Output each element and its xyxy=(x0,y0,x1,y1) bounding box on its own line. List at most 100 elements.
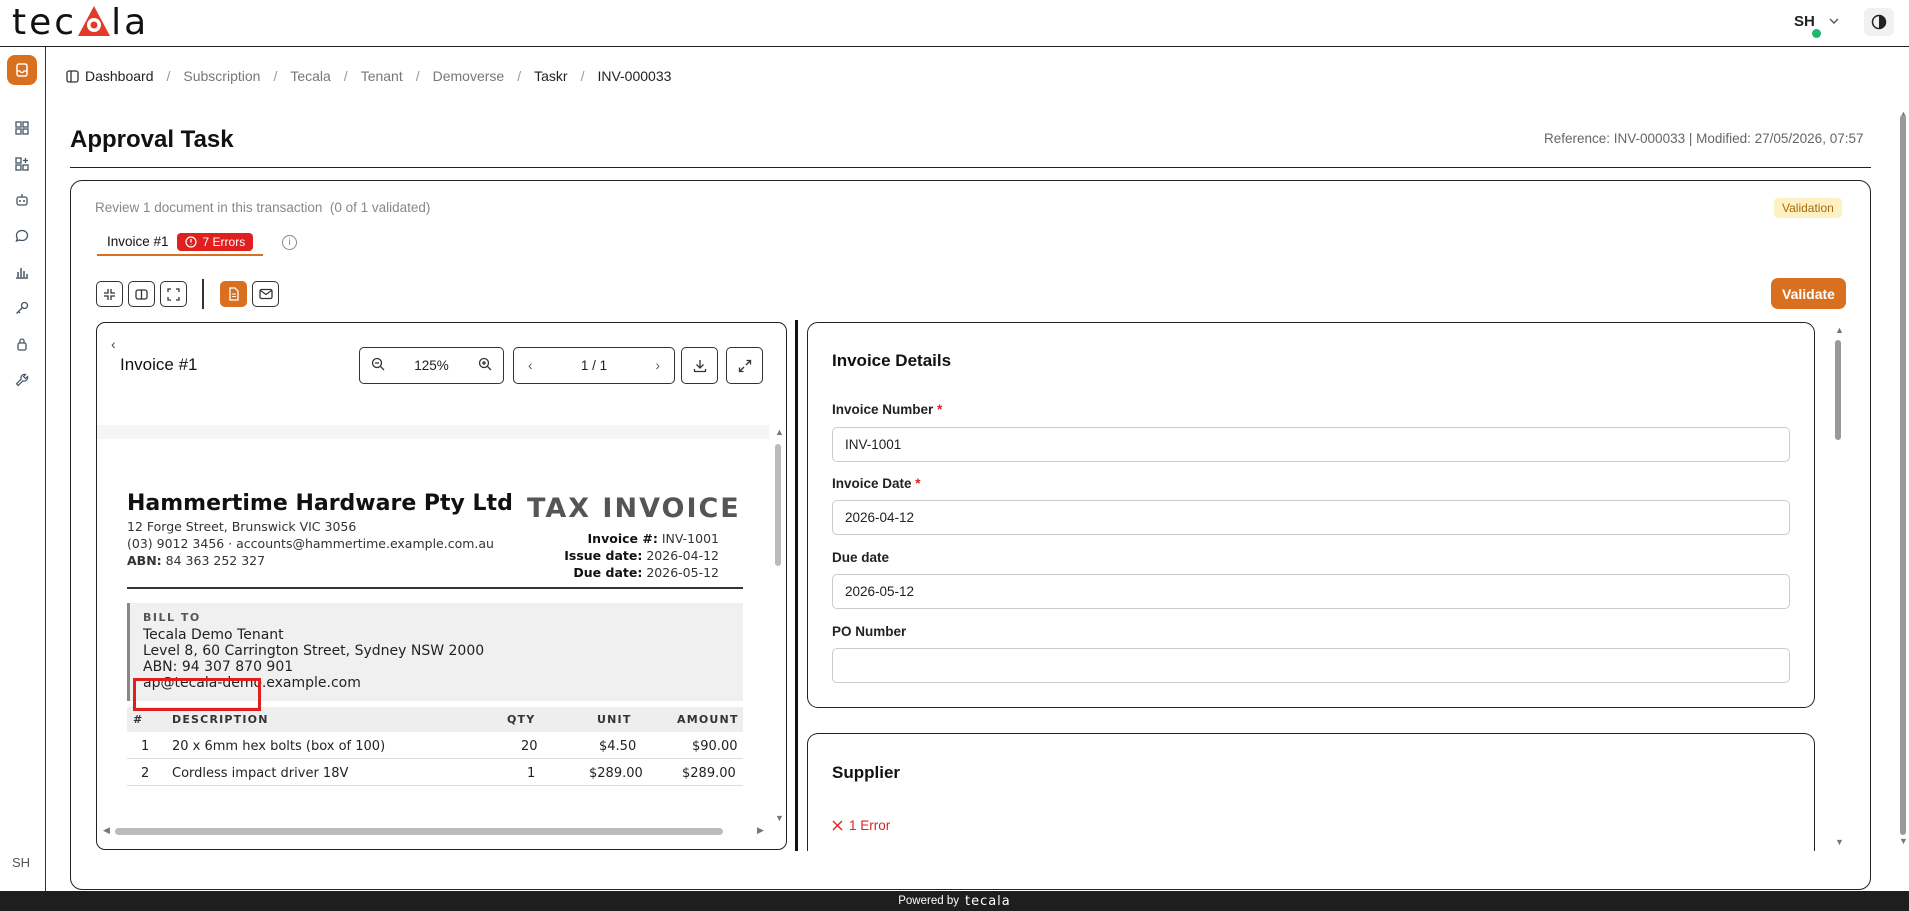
breadcrumb-demoverse[interactable]: Demoverse xyxy=(433,68,505,84)
document-horizontal-scroll-thumb[interactable] xyxy=(115,828,723,835)
breadcrumb-tecala[interactable]: Tecala xyxy=(290,68,330,84)
sidebar-item-reports[interactable] xyxy=(13,263,31,281)
page-scroll-thumb[interactable] xyxy=(1900,115,1906,835)
document-icon xyxy=(228,287,239,301)
expand-icon xyxy=(738,359,751,372)
invoice-number-label-text: Invoice Number xyxy=(832,402,934,417)
theme-toggle-button[interactable] xyxy=(1864,8,1894,36)
breadcrumb-dashboard[interactable]: Dashboard xyxy=(85,68,154,84)
invoice-details-title: Invoice Details xyxy=(832,351,952,370)
panel-scroll-down-icon[interactable]: ▼ xyxy=(1835,837,1844,847)
due-date-value: 2026-05-12 xyxy=(646,565,719,580)
alert-circle-icon xyxy=(184,235,197,248)
collapse-button[interactable] xyxy=(96,281,123,307)
col-unit: UNIT xyxy=(597,713,632,726)
supplier-abn: ABN: 84 363 252 327 xyxy=(127,553,265,568)
bill-to-abn: ABN: 94 307 870 901 xyxy=(143,659,294,675)
document-vertical-scroll-thumb[interactable] xyxy=(775,444,781,566)
issue-date-value: 2026-04-12 xyxy=(646,548,719,563)
bar-chart-icon xyxy=(16,268,28,279)
user-initials[interactable]: SH xyxy=(1794,13,1815,30)
contrast-icon xyxy=(1871,14,1887,30)
sidebar-panel-icon xyxy=(66,69,79,83)
supplier-address: 12 Forge Street, Brunswick VIC 3056 xyxy=(127,519,357,534)
robot-icon xyxy=(16,194,28,206)
supplier-name: Hammertime Hardware Pty Ltd xyxy=(127,491,513,516)
invoice-date-label-text: Invoice Date xyxy=(832,476,912,491)
po-number-field[interactable] xyxy=(832,648,1790,683)
abn-error-highlight[interactable] xyxy=(133,678,261,711)
sidebar-item-keys[interactable] xyxy=(13,299,31,317)
breadcrumb-subscription[interactable]: Subscription xyxy=(183,68,260,84)
invoice-number-label: Invoice Number * xyxy=(832,402,942,417)
split-view-button[interactable] xyxy=(128,281,155,307)
sidebar-item-tools[interactable] xyxy=(13,371,31,389)
top-bar: tec la SH xyxy=(0,0,1909,47)
prev-page-icon[interactable]: ‹ xyxy=(528,358,533,373)
col-description: DESCRIPTION xyxy=(172,713,269,726)
scroll-up-arrow-icon[interactable]: ▲ xyxy=(775,427,784,437)
invoice-number-field[interactable] xyxy=(832,427,1790,462)
zoom-in-icon[interactable] xyxy=(478,357,492,374)
validate-button[interactable]: Validate xyxy=(1771,278,1846,309)
download-button[interactable] xyxy=(681,347,718,384)
fullscreen-button[interactable] xyxy=(160,281,187,307)
abn-value: 84 363 252 327 xyxy=(165,553,266,568)
sidebar-item-dashboard[interactable] xyxy=(13,119,31,137)
reference-text: Reference: INV-000033 | Modified: 27/05/… xyxy=(1544,131,1864,146)
row-amount: $90.00 xyxy=(692,739,738,754)
table-row: 2 Cordless impact driver 18V 1 $289.00 $… xyxy=(127,760,743,786)
grid-icon xyxy=(15,121,29,135)
breadcrumb-tenant[interactable]: Tenant xyxy=(361,68,403,84)
sidebar-item-messages[interactable] xyxy=(13,227,31,245)
error-count-badge[interactable]: 7 Errors xyxy=(176,232,254,251)
sidebar-item-ai[interactable] xyxy=(13,191,31,209)
invoice-no-label: Invoice #: xyxy=(587,531,658,546)
supplier-error[interactable]: 1 Error xyxy=(832,818,890,833)
scroll-left-arrow-icon[interactable]: ◀ xyxy=(103,825,110,836)
panel-scroll-up-icon[interactable]: ▲ xyxy=(1835,325,1844,335)
scroll-right-arrow-icon[interactable]: ▶ xyxy=(757,825,764,836)
email-view-button[interactable] xyxy=(252,281,279,307)
title-divider xyxy=(70,167,1871,168)
online-status-dot xyxy=(1812,29,1821,38)
info-icon[interactable]: i xyxy=(282,235,297,250)
invoice-number-line: Invoice #: INV-1001 xyxy=(588,531,719,546)
viewer-title: Invoice #1 xyxy=(120,355,198,374)
document-view-button[interactable] xyxy=(220,281,247,307)
invoice-page: Hammertime Hardware Pty Ltd TAX INVOICE … xyxy=(97,439,769,818)
sidebar-item-tasks[interactable] xyxy=(7,55,37,85)
breadcrumb-taskr[interactable]: Taskr xyxy=(534,68,567,84)
inbox-icon xyxy=(16,63,28,77)
tab-invoice-1[interactable]: Invoice #1 7 Errors xyxy=(97,229,264,256)
zoom-level: 125% xyxy=(414,358,449,373)
due-date-label: Due date xyxy=(832,550,890,565)
zoom-out-icon[interactable] xyxy=(371,357,385,374)
scroll-down-arrow-icon[interactable]: ▼ xyxy=(775,813,784,823)
sidebar-item-security[interactable] xyxy=(13,335,31,353)
panel-resize-divider[interactable] xyxy=(795,320,798,851)
panel-scroll-thumb[interactable] xyxy=(1835,340,1841,440)
col-num: # xyxy=(133,713,144,726)
invoice-date-field[interactable] xyxy=(832,500,1790,535)
back-chevron-icon[interactable]: ‹ xyxy=(111,336,116,352)
toolbar-divider xyxy=(202,279,204,309)
required-marker: * xyxy=(937,402,943,417)
sidebar-item-apps[interactable] xyxy=(13,155,31,173)
next-page-icon[interactable]: › xyxy=(656,358,661,373)
due-date-line: Due date: 2026-05-12 xyxy=(573,565,719,580)
abn-label: ABN: xyxy=(127,553,162,568)
lock-user-icon xyxy=(17,338,27,351)
document-page-area[interactable]: Hammertime Hardware Pty Ltd TAX INVOICE … xyxy=(97,425,769,818)
expand-button[interactable] xyxy=(726,347,763,384)
sidebar-user-initials[interactable]: SH xyxy=(12,855,30,870)
page-scroll-down-icon[interactable]: ▼ xyxy=(1899,836,1908,846)
logo-a-icon xyxy=(77,4,111,38)
row-unit: $289.00 xyxy=(589,766,643,781)
chevron-down-icon[interactable] xyxy=(1829,16,1839,28)
sidebar: SH xyxy=(0,47,46,891)
status-badge: Validation xyxy=(1774,198,1842,218)
tecala-logo[interactable]: tec la xyxy=(12,2,149,43)
row-description: 20 x 6mm hex bolts (box of 100) xyxy=(172,739,386,754)
due-date-field[interactable] xyxy=(832,574,1790,609)
